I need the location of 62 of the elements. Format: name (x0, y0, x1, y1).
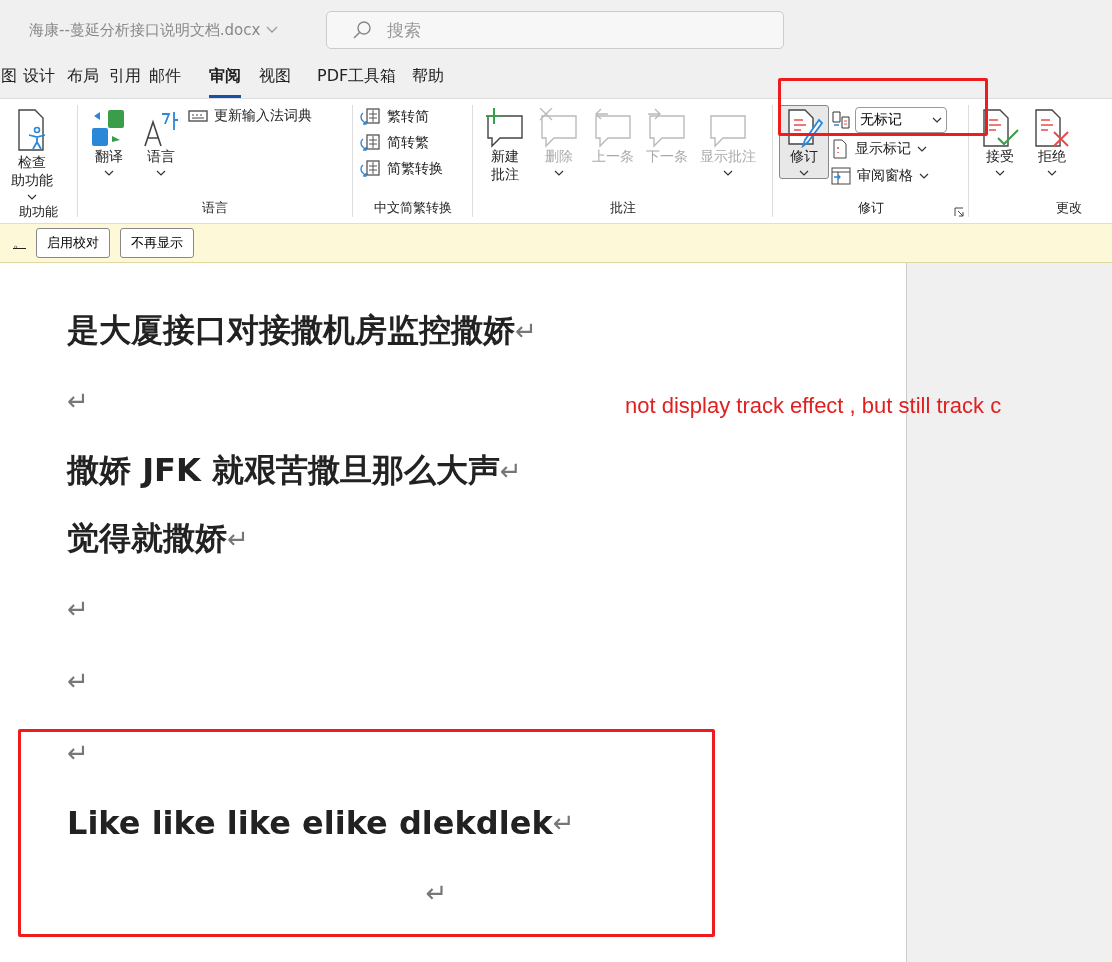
ribbon-button[interactable]: 简繁转换 (359, 157, 466, 181)
convert-characters-icon (359, 107, 381, 127)
ribbon-button[interactable]: 接受 (975, 105, 1025, 179)
info-link[interactable]: 。 (0, 234, 26, 252)
keyboard-icon (188, 109, 208, 123)
pane-icon (831, 167, 851, 185)
paragraph-mark: ↵ (515, 316, 537, 346)
paragraph-text: 是大厦接口对接撒机房监控撒娇 (67, 310, 515, 351)
ribbon-button[interactable]: 繁转简 (359, 105, 466, 129)
ribbon-button[interactable]: 更新输入法词典 (188, 105, 312, 127)
info-bar-button[interactable]: 启用校对 (36, 228, 110, 258)
info-bar-button[interactable]: 不再显示 (120, 228, 194, 258)
paragraph-mark: ↵ (227, 524, 249, 554)
ribbon-button[interactable]: 翻译 (84, 105, 134, 179)
reject-document-icon (1032, 108, 1072, 148)
track-changes-button[interactable]: 修订 (779, 105, 829, 179)
convert-characters-icon (359, 133, 381, 153)
paragraph-mark: ↵ (67, 666, 89, 696)
paragraph-text: Like like like elike dlekdlek (67, 804, 553, 842)
document-icon (831, 139, 849, 159)
pencil-document-icon (785, 108, 823, 148)
paragraph-mark: ↵ (67, 594, 89, 624)
group-label: 语言 (202, 199, 228, 217)
comment-icon (538, 108, 580, 148)
ribbon-button[interactable]: 拒绝 (1027, 105, 1077, 179)
compare-documents-icon (831, 110, 851, 130)
search-field[interactable]: 搜索 (326, 11, 785, 49)
ribbon-tab[interactable]: 视图 (259, 66, 291, 98)
group-label: 修订 (857, 199, 884, 217)
ribbon-button[interactable]: 语言 (136, 105, 186, 179)
ribbon-tab[interactable]: 引用 (109, 66, 141, 98)
ribbon-button[interactable]: 简转繁 (359, 131, 466, 155)
group-label: 批注 (609, 199, 636, 217)
caret-icon (932, 117, 942, 123)
comment-icon (592, 108, 634, 148)
paragraph-mark: ↵ (67, 738, 89, 768)
ribbon-tab[interactable]: 布局 (67, 66, 99, 98)
group-label: 更改 (1055, 199, 1082, 217)
ribbon-tab[interactable]: PDF工具箱 (317, 66, 397, 98)
group-label: 中文简繁转换 (373, 199, 452, 217)
group-label: 助功能 (19, 203, 58, 221)
markup-dropdown[interactable]: 无标记 (855, 107, 947, 133)
accept-document-icon (980, 108, 1020, 148)
convert-characters-icon (359, 159, 381, 179)
comment-icon (646, 108, 688, 148)
ribbon-tab[interactable]: 邮件 (149, 66, 181, 98)
ribbon-button[interactable]: 检查 助功能 (6, 105, 58, 203)
comment-icon (484, 108, 526, 148)
paragraph-text: 撒娇 JFK 就艰苦撒旦那么大声 (67, 450, 500, 491)
paragraph-mark: ↵ (67, 386, 89, 416)
ribbon-button[interactable]: 新建 批注 (479, 105, 531, 187)
ribbon-button[interactable]: 审阅窗格 (831, 165, 947, 187)
dialog-launcher-icon[interactable] (954, 207, 964, 217)
paragraph-text: 觉得就撒娇 (67, 518, 227, 559)
paragraph-mark: ↵ (425, 878, 448, 908)
ribbon-tab[interactable]: 帮助 (412, 66, 445, 98)
ribbon-button[interactable]: 显示标记 (831, 137, 947, 161)
ribbon-tab[interactable]: 设计 (23, 66, 55, 98)
annotation-note: not display track effect , but still track c (625, 393, 1002, 419)
paragraph-mark: ↵ (499, 456, 522, 486)
paragraph-mark: ↵ (552, 808, 575, 838)
ribbon-tab[interactable]: 图 (1, 66, 17, 98)
